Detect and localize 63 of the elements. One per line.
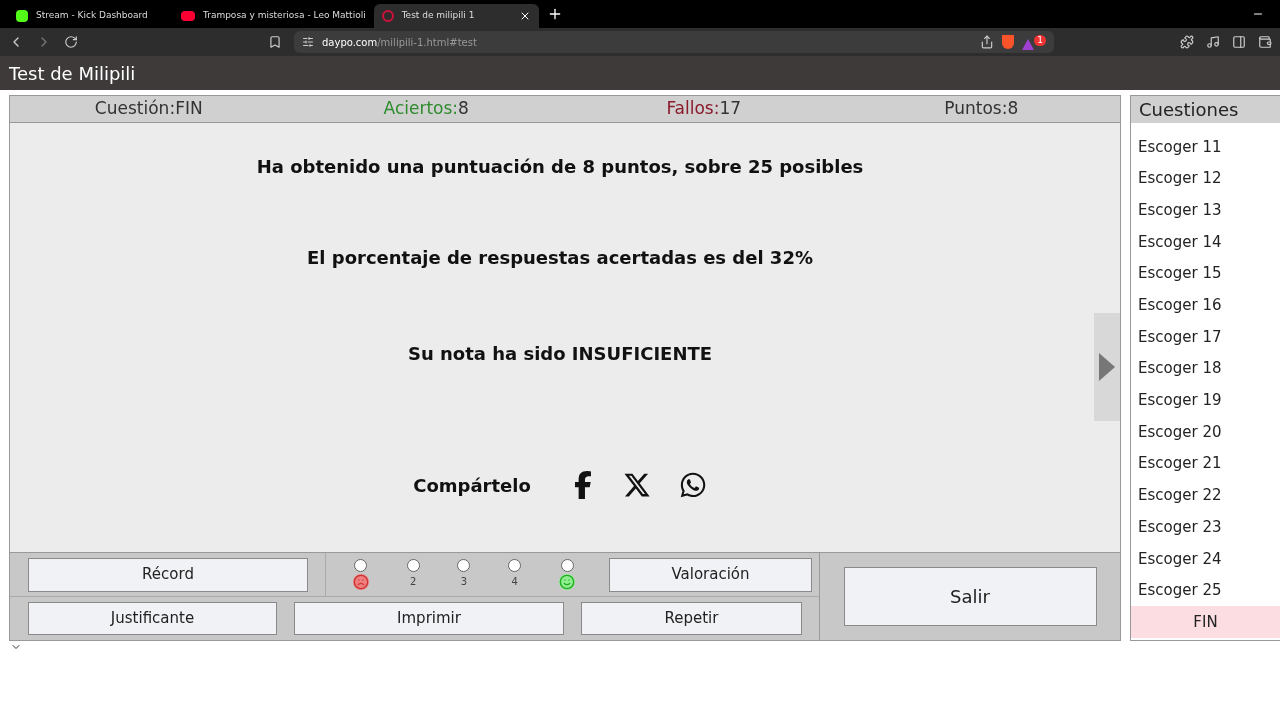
rating-radio[interactable] bbox=[508, 559, 522, 572]
stat-text: Aciertos:8 bbox=[382, 97, 470, 121]
result-text: Ha obtenido una puntuación de 8 puntos, sobre 25 posibles bbox=[256, 155, 864, 179]
question-item[interactable]: Escoger 18 bbox=[1131, 352, 1280, 385]
action-button[interactable]: Repetir bbox=[581, 602, 802, 635]
wallet-icon[interactable] bbox=[1258, 35, 1272, 49]
question-item[interactable]: Escoger 15 bbox=[1131, 257, 1280, 290]
rating-label: 2 bbox=[410, 575, 417, 589]
question-item[interactable]: Escoger 25 bbox=[1131, 574, 1280, 607]
browser-tab[interactable]: Tramposa y misteriosa - Leo Mattioli bbox=[173, 4, 374, 28]
extensions-icon[interactable] bbox=[1180, 35, 1194, 49]
question-item[interactable]: Escoger 16 bbox=[1131, 289, 1280, 322]
question-item[interactable]: Escoger 21 bbox=[1131, 447, 1280, 480]
address-bar[interactable]: daypo.com/milipili-1.html#test 1 bbox=[294, 31, 1054, 53]
stat-text: Fallos:17 bbox=[665, 97, 743, 121]
browser-tab[interactable]: Stream - Kick Dashboard bbox=[8, 4, 173, 28]
question-item[interactable]: Escoger 23 bbox=[1131, 511, 1280, 543]
play-logo-icon bbox=[181, 11, 195, 21]
happy-face-icon bbox=[559, 574, 576, 590]
site-settings-icon[interactable] bbox=[302, 36, 314, 48]
music-icon[interactable] bbox=[1206, 35, 1220, 49]
question-item[interactable]: Escoger 22 bbox=[1131, 479, 1280, 512]
question-item[interactable]: Escoger 12 bbox=[1131, 162, 1280, 195]
sidebar-icon[interactable] bbox=[1232, 35, 1246, 49]
sad-face-icon bbox=[352, 574, 369, 590]
result-text: Su nota ha sido INSUFICIENTE bbox=[407, 342, 713, 366]
question-item[interactable]: Escoger 13 bbox=[1131, 194, 1280, 227]
result-text: El porcentaje de respuestas acertadas es del 32% bbox=[307, 246, 813, 270]
url-text: daypo.com/milipili-1.html#test bbox=[322, 35, 477, 50]
question-item[interactable]: Escoger 11 bbox=[1131, 131, 1280, 163]
question-item[interactable]: Escoger 14 bbox=[1131, 226, 1280, 258]
stat-text: Cuestión:FIN bbox=[93, 97, 204, 121]
shield-icon[interactable] bbox=[1002, 35, 1015, 49]
next-arrow-button[interactable] bbox=[1094, 313, 1120, 421]
panel-title: Cuestiones bbox=[1139, 98, 1239, 122]
action-button[interactable]: Imprimir bbox=[294, 602, 564, 635]
action-button[interactable]: Justificante bbox=[28, 602, 277, 635]
question-item[interactable]: Escoger 24 bbox=[1131, 542, 1280, 575]
rating-radio[interactable] bbox=[457, 559, 471, 572]
rating-radio[interactable] bbox=[560, 559, 574, 572]
stat-text: Puntos:8 bbox=[943, 97, 1020, 121]
reload-icon[interactable] bbox=[64, 35, 78, 49]
notification-badge: 1 bbox=[1034, 34, 1046, 46]
d-logo-icon bbox=[381, 10, 394, 22]
browser-tab[interactable]: Test de milipili 1 bbox=[373, 4, 539, 28]
whatsapp-icon[interactable] bbox=[678, 471, 707, 499]
question-item[interactable]: Escoger 19 bbox=[1131, 384, 1280, 417]
question-item[interactable]: Escoger 20 bbox=[1131, 416, 1280, 448]
action-button[interactable]: Salir bbox=[843, 567, 1097, 626]
rating-radio[interactable] bbox=[354, 559, 368, 572]
question-item[interactable]: FIN bbox=[1131, 606, 1280, 638]
action-button[interactable]: Récord bbox=[28, 557, 308, 592]
rating-radio[interactable] bbox=[406, 559, 420, 572]
bookmark-icon[interactable] bbox=[268, 35, 282, 49]
share-icon[interactable] bbox=[980, 35, 995, 49]
action-button[interactable]: Valoración bbox=[609, 557, 812, 592]
share-label: Compártelo bbox=[413, 473, 531, 498]
page-title: Test de Milipili bbox=[9, 61, 136, 86]
question-item[interactable]: Escoger 17 bbox=[1131, 321, 1280, 353]
rating-label: 4 bbox=[511, 575, 518, 589]
rating-label: 3 bbox=[460, 575, 468, 589]
k-logo-icon bbox=[16, 10, 28, 22]
x-icon[interactable] bbox=[622, 471, 651, 499]
